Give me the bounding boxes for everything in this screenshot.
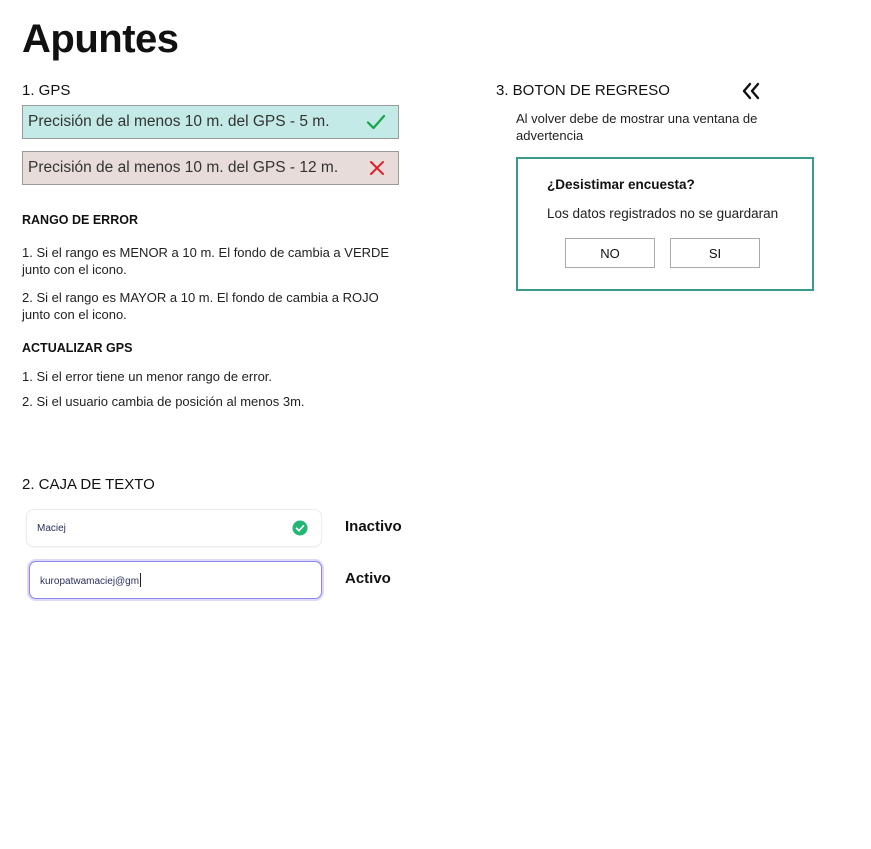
inactive-field-label: Inactivo: [345, 518, 402, 535]
update-gps-item-1: 1. Si el error tiene un menor rango de e…: [22, 369, 273, 384]
gps-accuracy-bad-bar: Precisión de al menos 10 m. del GPS - 12…: [22, 151, 399, 185]
cross-icon: [368, 159, 386, 177]
page-title: Apuntes: [22, 17, 179, 61]
gps-accuracy-ok-text: Precisión de al menos 10 m. del GPS - 5 …: [28, 113, 330, 130]
range-error-heading: RANGO DE ERROR: [22, 213, 138, 227]
gps-accuracy-bad-text: Precisión de al menos 10 m. del GPS - 12…: [28, 159, 339, 176]
active-field-label: Activo: [345, 570, 391, 587]
dialog-message: Los datos registrados no se guardaran: [547, 206, 779, 221]
active-text-field[interactable]: kuropatwamaciej@gm: [29, 561, 322, 599]
range-error-item-1: 1. Si el rango es MENOR a 10 m. El fondo…: [22, 245, 390, 277]
update-gps-heading: ACTUALIZAR GPS: [22, 341, 133, 355]
gps-section-title: 1. GPS: [22, 82, 71, 99]
warning-dialog: ¿Desistimar encuesta? Los datos registra…: [516, 157, 814, 291]
check-icon: [366, 113, 386, 131]
range-error-item-2: 2. Si el rango es MAYOR a 10 m. El fondo…: [22, 290, 379, 322]
update-gps-item-2: 2. Si el usuario cambia de posición al m…: [22, 394, 305, 409]
inactive-text-field[interactable]: Maciej: [26, 509, 322, 547]
back-section-title: 3. BOTON DE REGRESO: [496, 82, 670, 99]
active-field-content: kuropatwamaciej@gm: [40, 571, 142, 589]
text-caret: [140, 572, 142, 587]
inactive-field-value: Maciej: [37, 522, 66, 534]
dialog-yes-button[interactable]: SI: [670, 238, 760, 268]
gps-accuracy-ok-bar: Precisión de al menos 10 m. del GPS - 5 …: [22, 105, 399, 139]
check-circle-icon: [292, 520, 308, 536]
dialog-no-button[interactable]: NO: [565, 238, 655, 268]
dialog-title: ¿Desistimar encuesta?: [547, 177, 695, 192]
back-description: Al volver debe de mostrar una ventana de…: [516, 111, 758, 143]
active-field-value: kuropatwamaciej@gm: [40, 576, 140, 587]
textbox-section-title: 2. CAJA DE TEXTO: [22, 476, 155, 493]
double-chevron-left-icon[interactable]: [740, 81, 762, 101]
